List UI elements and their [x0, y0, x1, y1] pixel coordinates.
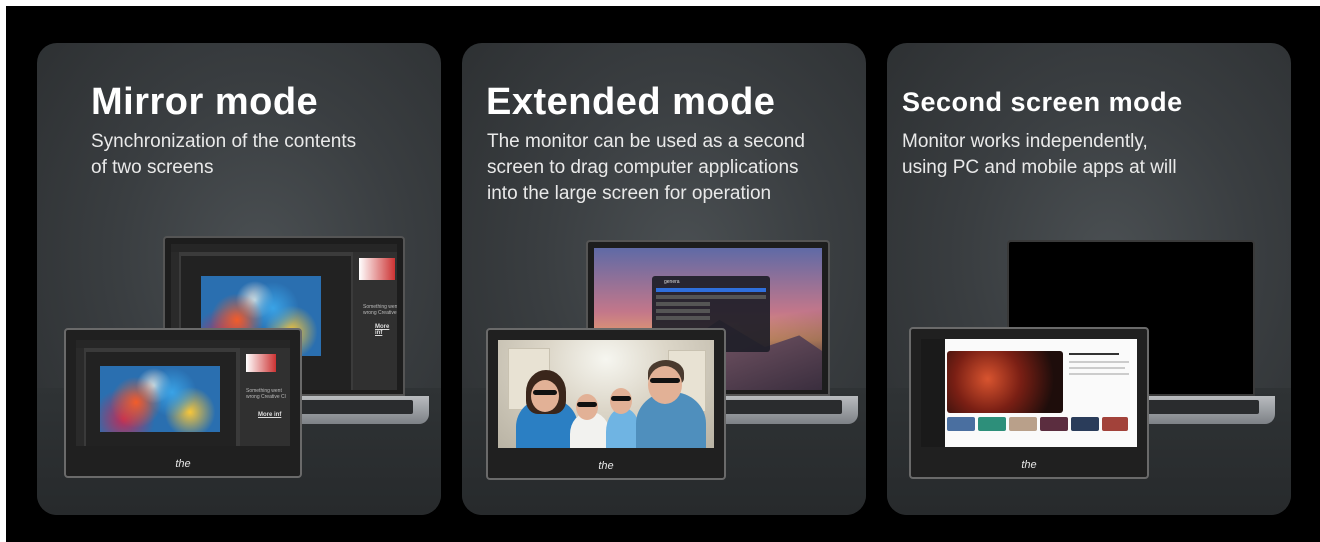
- mirror-mode-card: Mirror mode Synchronization of the conte…: [37, 43, 441, 515]
- video-thumbnail[interactable]: [1071, 417, 1099, 431]
- card-title: Second screen mode: [902, 87, 1183, 117]
- sunglasses: [650, 378, 680, 383]
- top-edge: [0, 0, 1320, 6]
- description-line: screen to drag computer applications: [487, 157, 799, 178]
- color-swatch: [359, 258, 395, 280]
- featured-video[interactable]: [947, 351, 1063, 413]
- extended-mode-card: Extended mode The monitor can be used as…: [462, 43, 866, 515]
- color-swatch: [246, 354, 276, 372]
- portable-monitor: the: [909, 327, 1149, 479]
- face: [648, 366, 682, 404]
- portable-monitor: Something went wrong Creative Cl More in…: [64, 328, 302, 478]
- more-info-link[interactable]: More inf: [375, 324, 397, 336]
- portable-monitor: the: [486, 328, 726, 480]
- monitor-screen: [921, 339, 1137, 447]
- card-title: Extended mode: [486, 81, 776, 123]
- description-line: into the large screen for operation: [487, 183, 772, 204]
- video-thumbnail[interactable]: [947, 417, 975, 431]
- face: [531, 380, 559, 412]
- spotlight-result[interactable]: [656, 302, 710, 306]
- brand-logo: the: [598, 460, 614, 472]
- spotlight-result[interactable]: [656, 309, 710, 313]
- app-sidebar: [921, 339, 945, 447]
- brand-logo: the: [1021, 459, 1037, 471]
- description-line: The monitor can be used as a second: [487, 131, 805, 152]
- face: [576, 394, 598, 420]
- keyboard: [283, 400, 413, 414]
- artwork-image: [100, 366, 220, 432]
- ps-toolbar: [76, 348, 84, 446]
- ps-hint-text: Something went wrong Creative Cl: [363, 304, 397, 316]
- spotlight-result[interactable]: [656, 288, 766, 292]
- ps-menubar: [76, 340, 290, 348]
- spotlight-result[interactable]: [656, 295, 766, 299]
- brand-logo: the: [175, 458, 191, 470]
- card-description: Monitor works independently, using PC an…: [902, 129, 1262, 181]
- monitor-screen: [498, 340, 714, 448]
- video-title-line: [1069, 353, 1119, 355]
- ps-hint-text: Something went wrong Creative Cl: [246, 388, 286, 400]
- ps-side-panel: Something went wrong Creative Cl More in…: [353, 252, 397, 390]
- card-description: Synchronization of the contents of two s…: [91, 129, 411, 181]
- person: [606, 408, 640, 448]
- monitor-screen: Something went wrong Creative Cl More in…: [76, 340, 290, 446]
- video-text-line: [1069, 367, 1125, 369]
- description-line: using PC and mobile apps at will: [902, 157, 1177, 178]
- card-description: The monitor can be used as a second scre…: [487, 129, 847, 207]
- video-thumbnail[interactable]: [978, 417, 1006, 431]
- left-edge: [0, 0, 6, 542]
- ps-menubar: [171, 244, 397, 252]
- video-thumbnail[interactable]: [1009, 417, 1037, 431]
- face: [610, 388, 632, 414]
- spotlight-query: genera: [664, 279, 680, 285]
- ps-canvas: [86, 352, 236, 446]
- spotlight-result[interactable]: [656, 316, 710, 320]
- more-info-link[interactable]: More inf: [258, 412, 281, 418]
- video-thumbnail[interactable]: [1102, 417, 1128, 431]
- video-text-line: [1069, 373, 1129, 375]
- sunglasses: [577, 402, 597, 407]
- description-line: of two screens: [91, 157, 214, 178]
- description-line: Synchronization of the contents: [91, 131, 357, 152]
- video-thumbnail[interactable]: [1040, 417, 1068, 431]
- keyboard: [710, 400, 842, 414]
- card-title: Mirror mode: [91, 81, 319, 123]
- streaming-app: [921, 339, 1137, 447]
- sunglasses: [611, 396, 631, 401]
- family-selfie-photo: [498, 340, 714, 448]
- second-screen-mode-card: Second screen mode Monitor works indepen…: [887, 43, 1291, 515]
- sunglasses: [533, 390, 557, 395]
- video-text-line: [1069, 361, 1129, 363]
- keyboard: [1133, 400, 1259, 414]
- ps-side-panel: Something went wrong Creative Cl More in…: [240, 348, 290, 446]
- description-line: Monitor works independently,: [902, 131, 1148, 152]
